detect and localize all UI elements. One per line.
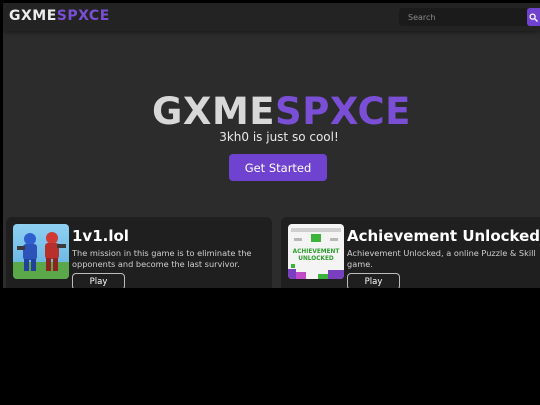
brand-logo-part2: SPXCE [56, 8, 110, 24]
play-button[interactable]: Play [72, 273, 125, 288]
hero-title-part1: GXME [152, 90, 276, 133]
search-bar [399, 8, 540, 26]
hero-title: GXMESPXCE [3, 92, 540, 132]
game-card-1v1lol[interactable]: 1v1.lol The mission in this game is to e… [6, 217, 272, 288]
page-viewport: GXMESPXCE GXMESPXCE 3kh0 is just so cool… [3, 3, 540, 288]
search-icon [529, 12, 538, 22]
game-thumbnail-achievement-unlocked[interactable]: ACHIEVEMENT UNLOCKED [288, 224, 344, 279]
brand-logo[interactable]: GXMESPXCE [9, 8, 110, 24]
game-thumbnail-1v1lol-image [13, 224, 69, 279]
game-card-achievement-unlocked[interactable]: ACHIEVEMENT UNLOCKED Achievement Unlocke… [281, 217, 540, 288]
top-navbar: GXMESPXCE [3, 3, 540, 31]
game-thumbnail-1v1lol[interactable] [13, 224, 69, 279]
search-button[interactable] [527, 8, 540, 26]
brand-logo-part1: GXME [9, 8, 57, 24]
hero-title-part2: SPXCE [275, 90, 411, 133]
game-description: Achievement Unlocked, a online Puzzle & … [347, 248, 536, 269]
game-title[interactable]: 1v1.lol [72, 227, 129, 245]
get-started-button[interactable]: Get Started [229, 154, 327, 181]
game-description: The mission in this game is to eliminate… [72, 248, 252, 269]
search-input[interactable] [399, 8, 527, 26]
game-title[interactable]: Achievement Unlocked [347, 227, 540, 245]
play-button[interactable]: Play [347, 273, 400, 288]
thumbnail-caption: ACHIEVEMENT UNLOCKED [292, 249, 340, 262]
hero-subtitle: 3kh0 is just so cool! [219, 130, 339, 144]
